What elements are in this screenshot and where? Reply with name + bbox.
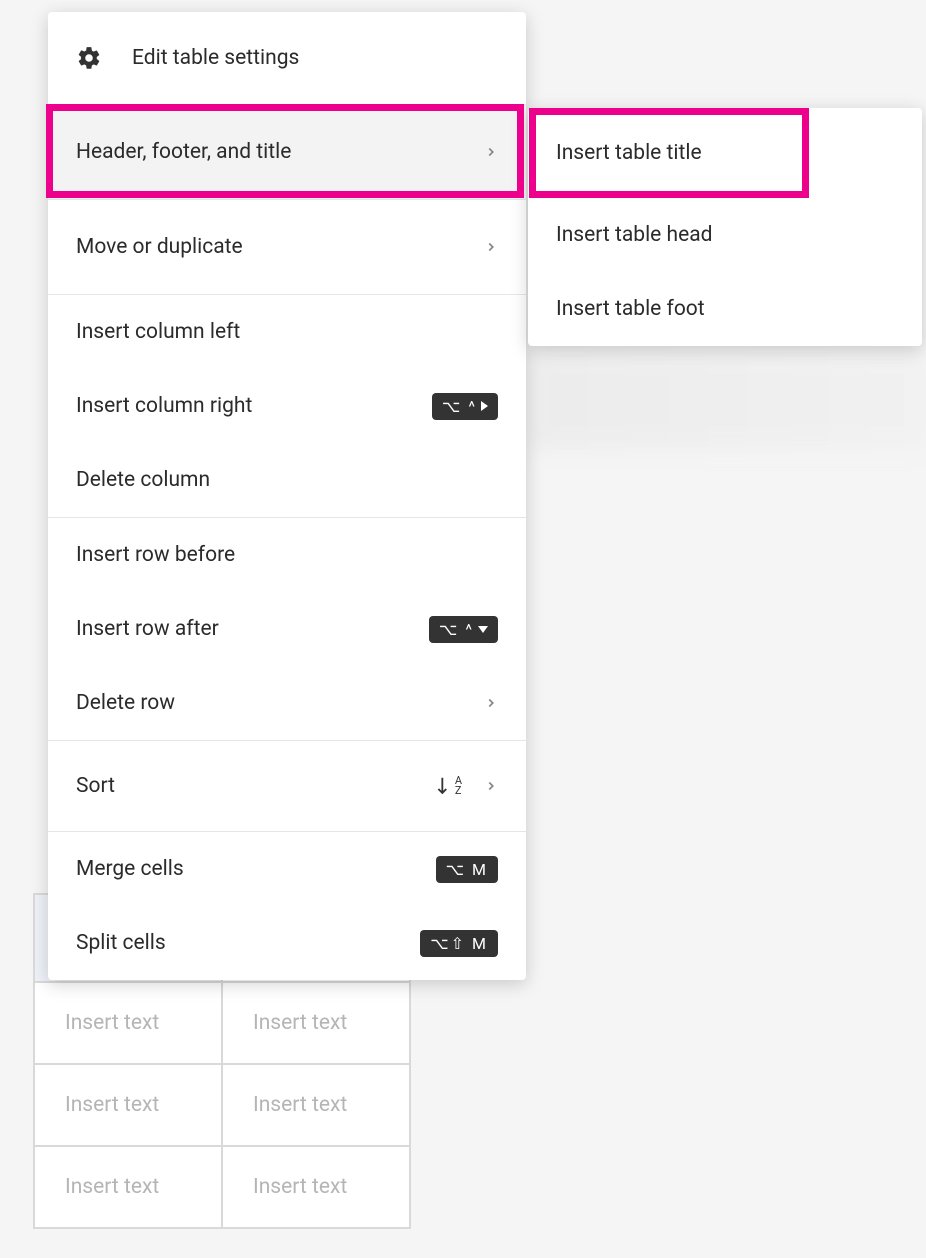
keyboard-shortcut: ⌥ ^ [432, 393, 498, 420]
insert-row-after[interactable]: Insert row after ⌥ ^ [48, 592, 526, 666]
move-or-duplicate[interactable]: Move or duplicate [48, 200, 526, 294]
keyboard-shortcut: ⌥ M [436, 856, 498, 883]
submenu-header-footer-title: Insert table title Insert table head Ins… [528, 108, 922, 346]
split-cells[interactable]: Split cells ⌥⇧ M [48, 906, 526, 980]
menu-label: Insert row before [76, 543, 498, 567]
insert-row-before[interactable]: Insert row before [48, 518, 526, 592]
keyboard-shortcut: ⌥⇧ M [420, 930, 498, 957]
menu-label: Delete row [76, 691, 476, 715]
insert-table-foot[interactable]: Insert table foot [528, 272, 922, 346]
menu-label: Insert table title [556, 141, 894, 165]
table-cell[interactable]: Insert text [222, 1064, 410, 1146]
table-row: Insert text Insert text [34, 1146, 410, 1228]
sort[interactable]: Sort AZ [48, 741, 526, 831]
menu-label: Insert table head [556, 223, 894, 247]
header-footer-title[interactable]: Header, footer, and title [48, 105, 526, 199]
menu-label: Insert column left [76, 320, 498, 344]
chevron-right-icon [484, 696, 498, 710]
insert-table-head[interactable]: Insert table head [528, 198, 922, 272]
delete-column[interactable]: Delete column [48, 443, 526, 517]
table-row: Insert text Insert text [34, 982, 410, 1064]
menu-label: Delete column [76, 468, 498, 492]
table-cell[interactable]: Insert text [222, 1146, 410, 1228]
menu-label: Insert table foot [556, 297, 894, 321]
edit-table-settings[interactable]: Edit table settings [48, 12, 526, 104]
triangle-right-icon [481, 401, 488, 411]
keyboard-shortcut: ⌥ ^ [429, 616, 498, 643]
menu-label: Header, footer, and title [76, 140, 476, 164]
menu-label: Merge cells [76, 857, 436, 881]
insert-table-title[interactable]: Insert table title [528, 108, 922, 198]
merge-cells[interactable]: Merge cells ⌥ M [48, 832, 526, 906]
background-blur [528, 350, 926, 450]
gear-icon [76, 45, 102, 71]
menu-label: Edit table settings [132, 46, 498, 70]
menu-label: Insert column right [76, 394, 432, 418]
table-row: Insert text Insert text [34, 1064, 410, 1146]
table-cell[interactable]: Insert text [222, 982, 410, 1064]
triangle-down-icon [478, 626, 488, 633]
insert-column-left[interactable]: Insert column left [48, 295, 526, 369]
table-cell[interactable]: Insert text [34, 982, 222, 1064]
context-menu: Edit table settings Header, footer, and … [48, 12, 526, 980]
menu-label: Sort [76, 774, 435, 798]
sort-az-icon: AZ [435, 775, 462, 797]
table-cell[interactable]: Insert text [34, 1064, 222, 1146]
chevron-right-icon [484, 145, 498, 159]
chevron-right-icon [484, 240, 498, 254]
menu-label: Insert row after [76, 617, 429, 641]
chevron-right-icon [484, 779, 498, 793]
insert-column-right[interactable]: Insert column right ⌥ ^ [48, 369, 526, 443]
delete-row[interactable]: Delete row [48, 666, 526, 740]
menu-label: Move or duplicate [76, 235, 476, 259]
menu-label: Split cells [76, 931, 420, 955]
table-cell[interactable]: Insert text [34, 1146, 222, 1228]
